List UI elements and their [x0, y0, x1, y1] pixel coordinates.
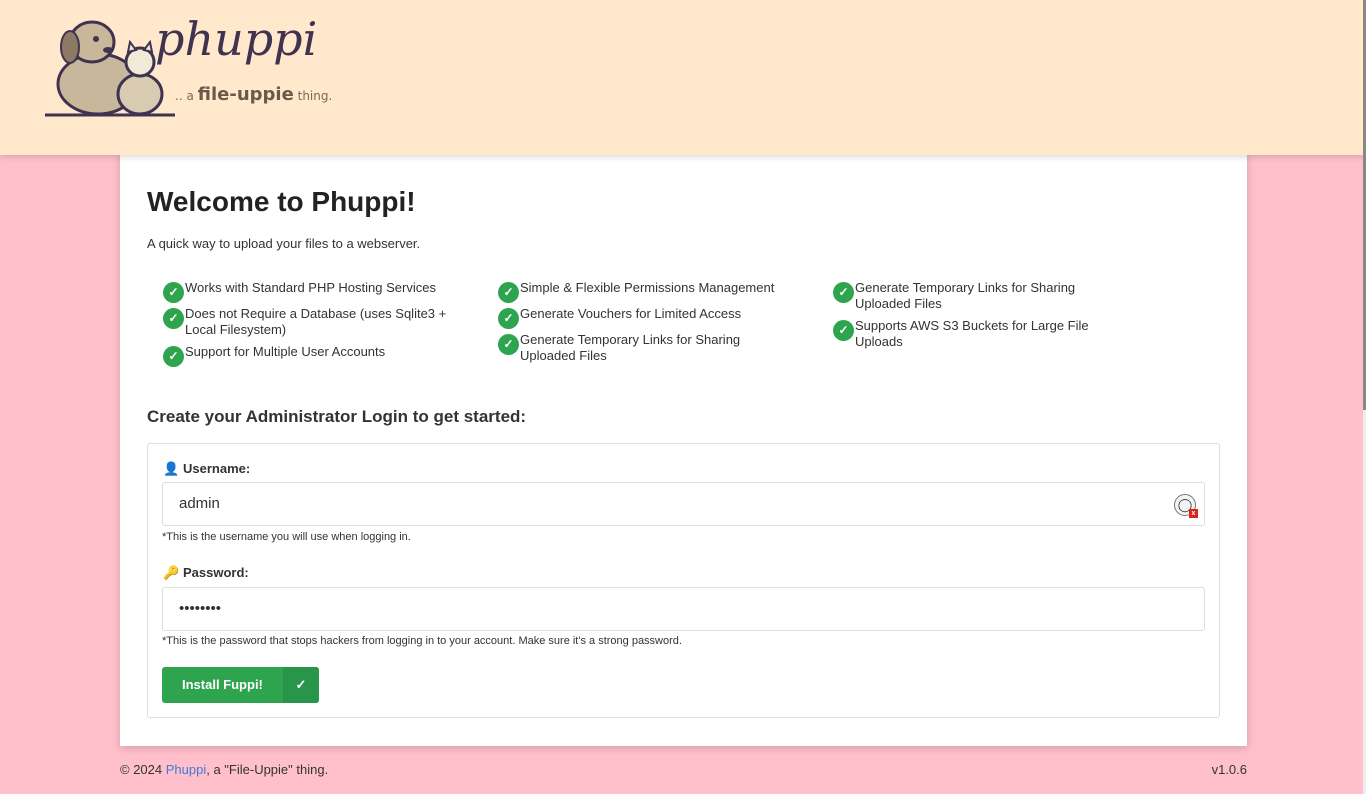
- page-subtitle: A quick way to upload your files to a we…: [147, 236, 421, 251]
- copyright-suffix: , a "File-Uppie" thing.: [206, 762, 329, 777]
- feature-item: ✓ Works with Standard PHP Hosting Service…: [147, 280, 457, 303]
- feature-item: ✓ Support for Multiple User Accounts: [147, 344, 457, 367]
- password-field[interactable]: ••••••••: [162, 587, 1205, 631]
- logo-tag-brand: file-uppie: [197, 84, 294, 105]
- page-footer: © 2024 Phuppi, a "File-Uppie" thing. v1.…: [120, 762, 1247, 777]
- check-icon: ✓: [163, 282, 184, 303]
- password-label-text: Password:: [183, 565, 249, 580]
- app-header: phuppi .. a file-uppie thing.: [0, 0, 1366, 155]
- password-value: ••••••••: [179, 600, 222, 617]
- feature-item: ✓ Supports AWS S3 Buckets for Large File …: [817, 318, 1127, 350]
- feature-column-2: ✓ Simple & Flexible Permissions Managemen…: [482, 280, 792, 370]
- install-button[interactable]: Install Fuppi! ✓: [162, 667, 319, 703]
- admin-login-form: 👤 Username: admin ◯ x *This is the usernam…: [147, 443, 1220, 718]
- feature-text: Works with Standard PHP Hosting Services: [185, 280, 436, 295]
- user-icon: 👤: [163, 461, 180, 476]
- feature-item: ✓ Generate Temporary Links for Sharing Up…: [482, 332, 792, 364]
- check-icon: ✓: [833, 282, 854, 303]
- key-icon: 🔑: [163, 565, 180, 580]
- feature-text: Does not Require a Database (uses Sqlite…: [185, 306, 447, 337]
- feature-text: Generate Temporary Links for Sharing Upl…: [855, 280, 1076, 311]
- feature-text: Generate Temporary Links for Sharing Upl…: [520, 332, 741, 363]
- check-icon: ✓: [833, 320, 854, 341]
- close-badge-icon: x: [1189, 509, 1198, 518]
- section-title: Create your Administrator Login to get s…: [147, 407, 527, 426]
- check-icon: ✓: [498, 334, 519, 355]
- username-field[interactable]: admin ◯ x: [162, 482, 1205, 526]
- feature-item: ✓ Simple & Flexible Permissions Managemen…: [482, 280, 792, 303]
- copyright-prefix: © 2024: [120, 762, 163, 777]
- feature-text: Support for Multiple User Accounts: [185, 344, 386, 359]
- welcome-card: Welcome to Phuppi! A quick way to upload…: [120, 150, 1247, 746]
- phuppi-logo[interactable]: phuppi .. a file-uppie thing.: [40, 12, 332, 122]
- install-button-label: Install Fuppi!: [182, 677, 263, 692]
- phuppi-link[interactable]: Phuppi: [166, 762, 206, 777]
- feature-text: Generate Vouchers for Limited Access: [520, 306, 742, 321]
- page-title: Welcome to Phuppi!: [147, 186, 416, 217]
- check-icon: ✓: [498, 282, 519, 303]
- password-manager-icon[interactable]: ◯ x: [1174, 494, 1198, 518]
- feature-column-1: ✓ Works with Standard PHP Hosting Service…: [147, 280, 457, 370]
- logo-wordmark: phuppi: [155, 12, 318, 66]
- logo-tagline: .. a file-uppie thing.: [175, 84, 332, 105]
- feature-text: Simple & Flexible Permissions Management: [520, 280, 775, 295]
- username-label-text: Username:: [183, 461, 251, 476]
- check-icon: ✓: [498, 308, 519, 329]
- logo-tag-prefix: .. a: [175, 89, 194, 103]
- password-help: *This is the password that stops hackers…: [162, 635, 682, 647]
- username-label: 👤 Username:: [163, 461, 250, 477]
- username-help: *This is the username you will use when …: [162, 531, 411, 543]
- feature-item: ✓ Does not Require a Database (uses Sqlit…: [147, 306, 457, 338]
- check-icon: ✓: [163, 308, 184, 329]
- version-label: v1.0.6: [1211, 762, 1247, 777]
- feature-item: ✓ Generate Vouchers for Limited Access: [482, 306, 792, 329]
- check-icon: ✓: [283, 667, 319, 703]
- check-icon: ✓: [163, 346, 184, 367]
- feature-column-3: ✓ Generate Temporary Links for Sharing Up…: [817, 280, 1127, 356]
- username-value: admin: [179, 495, 220, 512]
- logo-tag-suffix: thing.: [297, 89, 333, 103]
- feature-text: Supports AWS S3 Buckets for Large File U…: [855, 318, 1089, 349]
- feature-item: ✓ Generate Temporary Links for Sharing Up…: [817, 280, 1127, 312]
- password-label: 🔑 Password:: [163, 565, 249, 581]
